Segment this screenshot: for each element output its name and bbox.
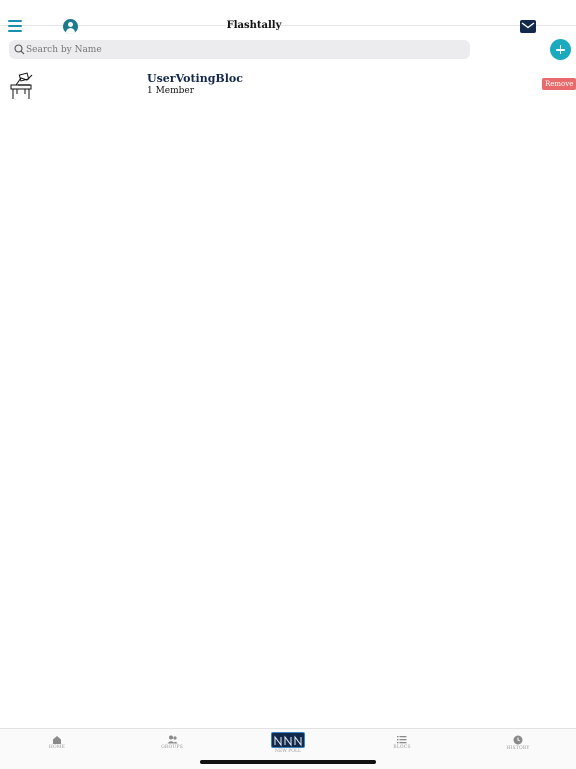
list-icon: [397, 736, 407, 744]
search-input[interactable]: [26, 41, 456, 58]
bloc-name: UserVotingBloc: [147, 72, 243, 85]
search-bar: [9, 40, 470, 59]
voting-ballot-box-icon: [10, 72, 33, 99]
search-icon: [14, 44, 25, 55]
add-bloc-button[interactable]: [550, 39, 571, 60]
tab-new-poll[interactable]: NEW POLL: [271, 732, 305, 754]
bloc-member-count: 1 Member: [147, 86, 195, 96]
tab-label: HISTORY: [506, 746, 530, 751]
new-poll-logo-icon: [271, 732, 305, 748]
top-bar: Flashtally: [0, 0, 576, 38]
groups-icon: [167, 735, 177, 744]
tab-label: HOME: [48, 745, 66, 750]
tab-history[interactable]: HISTORY: [488, 735, 548, 751]
tab-blocs[interactable]: BLOCS: [372, 735, 432, 750]
app-title: Flashtally: [226, 20, 282, 31]
home-indicator[interactable]: [200, 760, 376, 764]
tab-label: BLOCS: [393, 745, 411, 750]
list-item[interactable]: UserVotingBloc 1 Member Remove: [0, 68, 576, 104]
tab-label: GROUPS: [161, 745, 183, 750]
envelope-icon[interactable]: [520, 20, 536, 33]
home-icon: [53, 736, 61, 744]
clock-icon: [513, 735, 523, 745]
tab-label: NEW POLL: [275, 749, 301, 754]
tab-home[interactable]: HOME: [27, 735, 87, 750]
remove-button[interactable]: Remove: [542, 78, 576, 90]
tab-groups[interactable]: GROUPS: [142, 735, 202, 750]
